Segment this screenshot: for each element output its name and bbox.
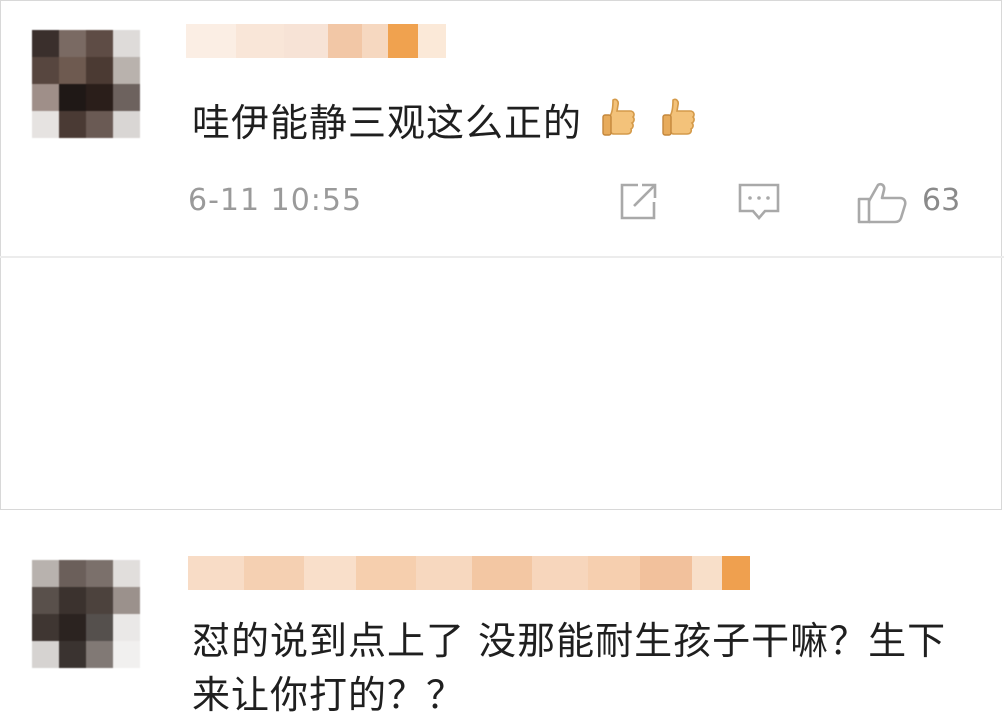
- reply-icon[interactable]: [736, 180, 782, 228]
- like-icon[interactable]: [856, 180, 908, 230]
- username-blurred[interactable]: [188, 556, 750, 590]
- avatar[interactable]: [32, 30, 140, 138]
- comment-item: 哇伊能静三观这么正的 6-11 10:55 63: [0, 0, 1004, 258]
- like-count: 63: [922, 183, 961, 218]
- thumbs-up-icon: [600, 96, 642, 142]
- comment-text: 哇伊能静三观这么正的: [192, 96, 702, 150]
- comment-timestamp: 6-11 10:55: [188, 183, 363, 218]
- comment-text: 怼的说到点上了 没那能耐生孩子干嘛？生下来让你打的？？: [192, 619, 947, 717]
- comment-item: 怼的说到点上了 没那能耐生孩子干嘛？生下来让你打的？？: [0, 258, 1004, 717]
- avatar[interactable]: [32, 560, 140, 668]
- thumbs-up-icon: [660, 96, 702, 142]
- username-blurred[interactable]: [186, 24, 446, 58]
- comment-text-content: 哇伊能静三观这么正的: [192, 101, 583, 145]
- share-icon[interactable]: [616, 180, 660, 228]
